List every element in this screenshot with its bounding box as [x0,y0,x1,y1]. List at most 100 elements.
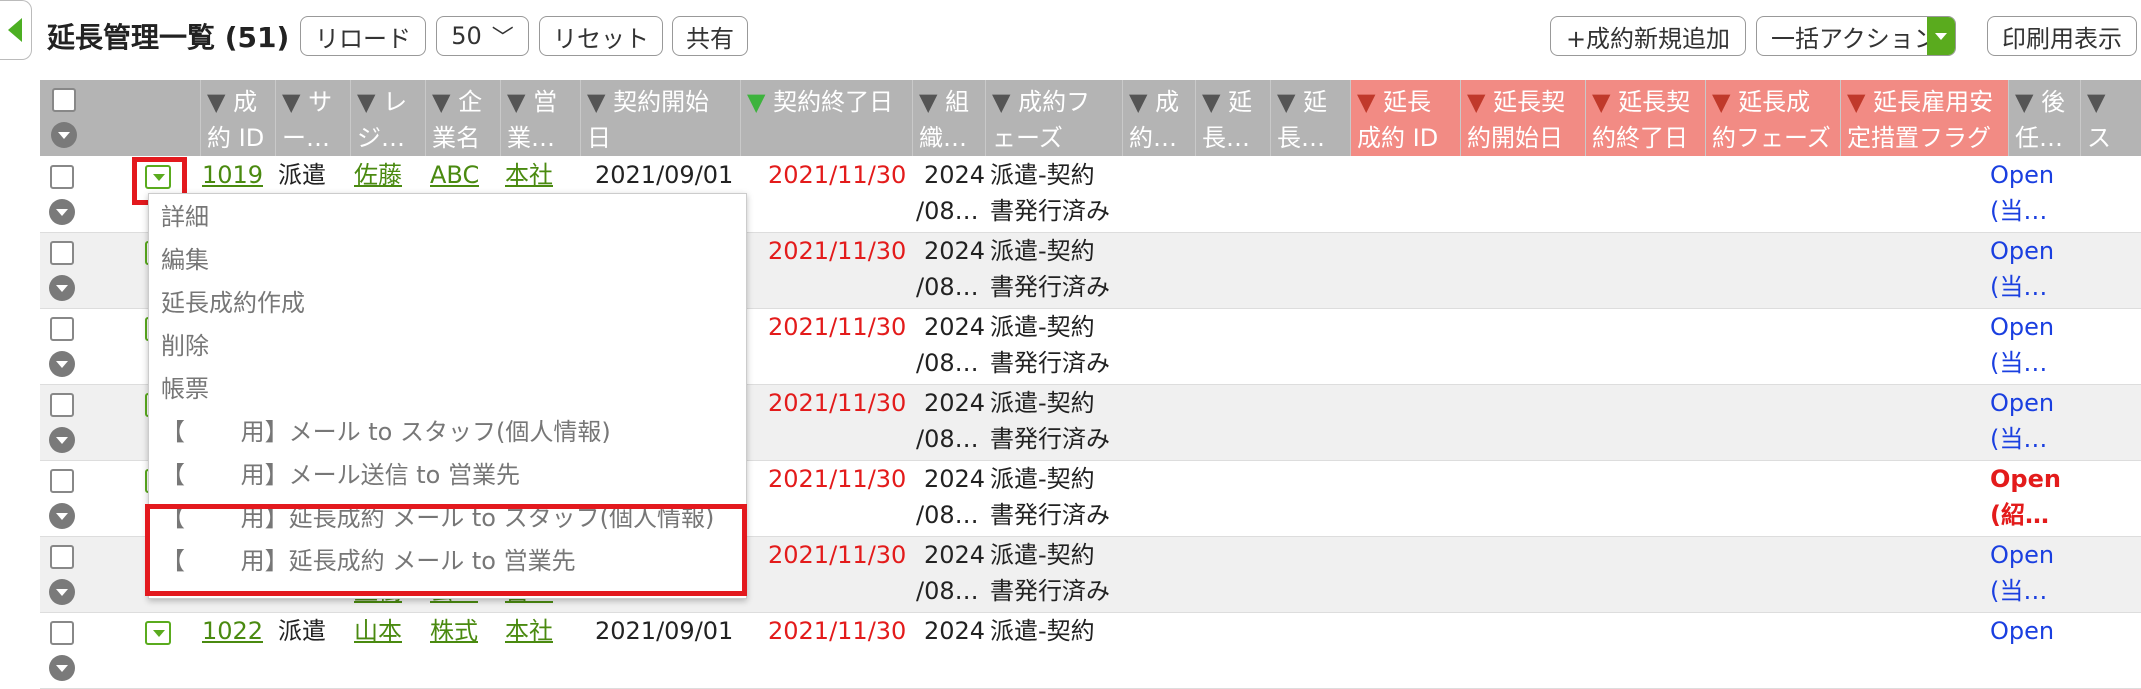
sort-arrow-icon: ▼ [587,88,606,116]
column-header[interactable]: ▼ 契約開始日 [580,80,740,156]
menu-item[interactable]: 編集 [161,242,209,278]
org-cell-line2: /08… [916,349,979,377]
column-title-line2: 成約 ID [1357,124,1439,152]
column-header[interactable]: ▼ サー… [275,80,350,156]
reload-button[interactable]: リロード [300,16,426,56]
status-cell-line2: (当… [1990,425,2048,453]
phase-cell: 派遣-契約 [990,313,1095,341]
column-title-line2: 約… [1129,124,1177,152]
column-title-line2: ェーズ [992,124,1063,152]
add-new-button[interactable]: +成約新規追加 [1550,16,1746,56]
status-cell[interactable]: Open [1990,461,2061,497]
column-header[interactable]: ▼ 組織… [912,80,985,156]
per-page-select[interactable]: 50 ﹀ [436,16,529,56]
status-cell-line2: (当… [1990,349,2048,377]
row-checkbox[interactable] [50,165,74,189]
column-header[interactable]: ▼ 後任… [2008,80,2080,156]
column-header[interactable]: ▼ 成約フ ェーズ [985,80,1122,156]
menu-item[interactable]: 【 用】メール送信 to 営業先 [161,457,520,493]
menu-item[interactable]: 【 用】メール to スタッフ(個人情報) [161,414,611,450]
row-options-icon[interactable] [49,427,75,453]
company-link[interactable]: ABC [430,157,479,193]
phase-cell-line2: 書発行済み [990,501,1110,529]
phase-cell-line2: 書発行済み [990,197,1110,225]
registrant-link[interactable]: 佐藤 [354,157,402,193]
column-title-line2: 長… [1202,124,1250,152]
menu-item[interactable]: 削除 [161,328,209,364]
column-header[interactable]: ▼ 延長 成約 ID [1350,80,1460,156]
share-button[interactable]: 共有 [672,16,748,56]
row-options-icon[interactable] [49,503,75,529]
row-options-icon[interactable] [49,275,75,301]
status-cell[interactable]: Open [1990,385,2054,421]
phase-cell: 派遣-契約 [990,541,1095,569]
contract-id-link[interactable]: 1022 [202,613,263,649]
column-header[interactable]: ▼ 成約 ID [200,80,275,156]
row-checkbox[interactable] [50,393,74,417]
row-checkbox[interactable] [50,317,74,341]
phase-cell: 派遣-契約 [990,465,1095,493]
org-cell-line2: /08… [916,577,979,605]
status-cell[interactable]: Open [1990,233,2054,269]
menu-item[interactable]: 詳細 [161,199,209,235]
column-title-line1: 契約終了日 [773,88,894,116]
sort-arrow-icon: ▼ [1202,88,1221,116]
header-options-icon[interactable] [51,122,77,148]
column-header[interactable]: ▼ 契約終了日 [740,80,912,156]
status-cell[interactable]: Open [1990,537,2054,573]
row-menu-toggle-button[interactable] [145,621,171,645]
org-cell-line2: /08… [916,197,979,225]
bulk-action-button[interactable]: 一括アクション [1756,16,1956,56]
column-title-line2: 約 ID [207,124,265,152]
column-title-line1: 成 [233,88,258,116]
registrant-link[interactable]: 山本 [354,613,402,649]
status-cell[interactable]: Open [1990,309,2054,345]
column-title-line1: 延長成 [1738,88,1811,116]
column-header[interactable]: ▼ 成約… [1122,80,1195,156]
reset-button[interactable]: リセット [539,16,663,56]
column-header[interactable]: ▼ 延長契 約終了日 [1585,80,1705,156]
print-view-button[interactable]: 印刷用表示 [1987,16,2137,56]
column-header[interactable]: ▼ スタ… [2080,80,2141,156]
row-options-icon[interactable] [49,351,75,377]
column-header[interactable]: ▼ 延長… [1270,80,1350,156]
org-cell: 2024 [924,465,986,493]
status-cell[interactable]: Open [1990,157,2054,193]
column-title-line2: ー… [282,124,330,152]
phase-cell: 派遣-契約 [990,617,1095,645]
column-header[interactable]: ▼ 延長契 約開始日 [1460,80,1585,156]
row-checkbox[interactable] [50,241,74,265]
end-date-cell: 2021/11/30 [768,465,907,493]
select-all-checkbox[interactable] [52,88,76,112]
sort-arrow-icon: ▼ [992,88,1011,116]
row-checkbox[interactable] [50,469,74,493]
sales-office-link[interactable]: 本社 [505,613,553,649]
contract-id-link[interactable]: 1019 [202,157,263,193]
row-options-icon[interactable] [49,579,75,605]
status-cell[interactable]: Open [1990,613,2054,649]
column-header[interactable]: ▼ 延長雇用安 定措置フラグ [1840,80,2008,156]
bulk-action-label: 一括アクション [1771,24,1938,53]
service-cell: 派遣 [278,617,326,645]
sales-office-link[interactable]: 本社 [505,157,553,193]
column-header[interactable]: ▼ レジ… [350,80,425,156]
column-header[interactable]: ▼ 企業名 [425,80,500,156]
phase-cell-line2: 書発行済み [990,273,1110,301]
column-header[interactable]: ▼ 延長… [1195,80,1270,156]
menu-item[interactable]: 延長成約作成 [161,285,305,321]
row-options-icon[interactable] [49,655,75,681]
org-cell: 2024 [924,541,986,569]
company-link[interactable]: 株式 [430,613,478,649]
sort-arrow-icon: ▼ [432,88,451,116]
row-options-icon[interactable] [49,199,75,225]
menu-item[interactable]: 帳票 [161,371,209,407]
column-title-line2: 業名 [432,124,480,152]
collapse-sidebar-tab[interactable] [0,0,32,60]
column-header[interactable]: ▼ 営業… [500,80,580,156]
column-title-line1: レ [383,88,408,116]
row-checkbox[interactable] [50,545,74,569]
highlight-extension-mail-items [145,504,747,596]
sort-arrow-icon: ▼ [357,88,376,116]
row-checkbox[interactable] [50,621,74,645]
column-header[interactable]: ▼ 延長成 約フェーズ [1705,80,1840,156]
